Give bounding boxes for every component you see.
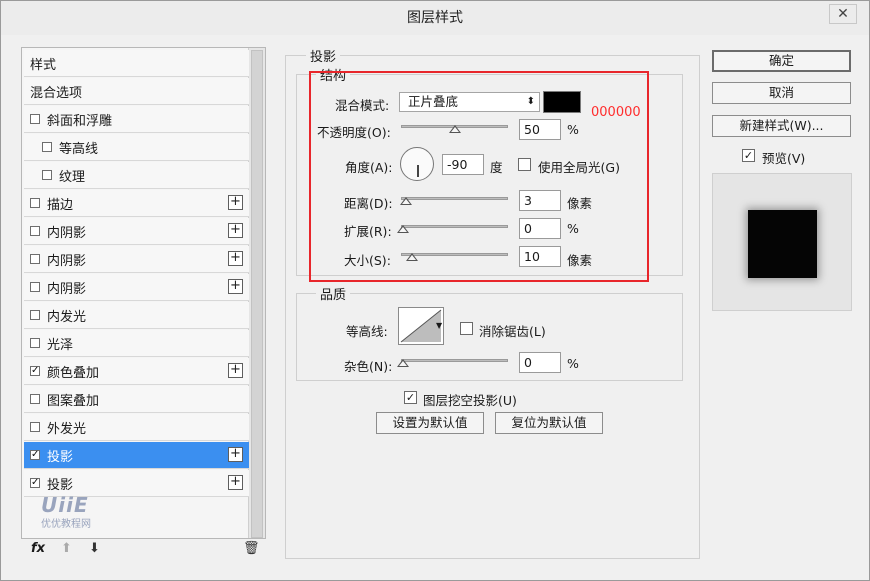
effect-label: 内阴影 xyxy=(47,281,87,297)
cancel-button[interactable]: 取消 xyxy=(712,82,851,104)
effects-list-item[interactable]: ✓ 颜色叠加 + xyxy=(24,358,249,385)
effects-list-item[interactable]: 内阴影 + xyxy=(24,246,249,273)
effect-label: 图案叠加 xyxy=(47,393,100,409)
knockout-checkbox[interactable]: ✓ xyxy=(404,391,417,404)
add-effect-plus-icon[interactable]: + xyxy=(228,279,243,294)
knockout-label: 图层挖空投影(U) xyxy=(423,393,517,408)
effects-list-item[interactable]: 斜面和浮雕 xyxy=(24,106,249,133)
add-effect-plus-icon[interactable]: + xyxy=(228,251,243,266)
effect-checkbox[interactable] xyxy=(30,422,40,432)
effect-checkbox[interactable] xyxy=(30,338,40,348)
preview-thumbnail xyxy=(748,210,817,278)
effects-list-footer: fx ⬆ ⬇ 🗑 xyxy=(23,539,266,561)
effect-label: 内阴影 xyxy=(47,225,87,241)
move-up-icon[interactable]: ⬆ xyxy=(61,541,72,556)
effects-list-item[interactable]: 混合选项 xyxy=(24,78,249,105)
noise-input[interactable]: 0 xyxy=(519,352,561,373)
effect-checkbox[interactable] xyxy=(30,282,40,292)
watermark-subtitle: 优优教程网 xyxy=(41,519,91,530)
add-effect-plus-icon[interactable]: + xyxy=(228,475,243,490)
effect-label: 混合选项 xyxy=(30,85,83,101)
dialog-title: 图层样式 xyxy=(407,10,463,26)
effect-label: 内发光 xyxy=(47,309,87,325)
effect-label: 样式 xyxy=(30,57,57,73)
effect-label: 外发光 xyxy=(47,421,87,437)
watermark-logo-text: UiiE xyxy=(41,493,89,517)
effect-label: 投影 xyxy=(47,449,74,465)
effects-list-item[interactable]: 图案叠加 xyxy=(24,386,249,413)
effects-list-item[interactable]: 外发光 xyxy=(24,414,249,441)
effects-list-item[interactable]: ✓ 投影 + xyxy=(24,442,249,469)
effect-label: 描边 xyxy=(47,197,74,213)
effects-list-item[interactable]: 内阴影 + xyxy=(24,274,249,301)
effects-list-item[interactable]: 内阴影 + xyxy=(24,218,249,245)
effects-list-item[interactable]: 光泽 xyxy=(24,330,249,357)
scrollbar-thumb[interactable] xyxy=(251,50,263,538)
set-default-button[interactable]: 设置为默认值 xyxy=(376,412,484,434)
effect-checkbox[interactable]: ✓ xyxy=(30,478,40,488)
reset-default-button[interactable]: 复位为默认值 xyxy=(495,412,603,434)
preview-label: 预览(V) xyxy=(762,151,806,166)
effect-label: 颜色叠加 xyxy=(47,365,100,381)
noise-label: 杂色(N): xyxy=(344,359,393,374)
add-effect-plus-icon[interactable]: + xyxy=(228,447,243,462)
antialias-checkbox[interactable] xyxy=(460,322,473,335)
add-effect-plus-icon[interactable]: + xyxy=(228,195,243,210)
effects-list-item[interactable]: 等高线 xyxy=(24,134,249,161)
antialias-label: 消除锯齿(L) xyxy=(479,324,546,339)
effect-label: 斜面和浮雕 xyxy=(47,113,113,129)
layer-style-dialog: 图层样式 ✕ 样式混合选项斜面和浮雕等高线纹理描边 + 内阴影 + 内阴影 + 内阴影 + 内发… xyxy=(0,0,870,581)
effect-label: 内阴影 xyxy=(47,253,87,269)
effect-label: 等高线 xyxy=(59,141,99,157)
add-effect-plus-icon[interactable]: + xyxy=(228,363,243,378)
noise-unit: % xyxy=(567,356,579,371)
preview-checkbox[interactable]: ✓ xyxy=(742,149,755,162)
effects-list: 样式混合选项斜面和浮雕等高线纹理描边 + 内阴影 + 内阴影 + 内阴影 + 内发光光泽 ✓ 颜色叠… xyxy=(21,47,266,539)
fx-icon[interactable]: fx xyxy=(31,541,45,556)
style-preview xyxy=(712,173,852,311)
watermark-logo: UiiE 优优教程网 xyxy=(41,493,121,533)
trash-icon[interactable]: 🗑 xyxy=(243,541,260,556)
effects-list-scrollbar[interactable] xyxy=(248,48,265,538)
effect-checkbox[interactable] xyxy=(30,394,40,404)
effects-list-item[interactable]: 纹理 xyxy=(24,162,249,189)
shadow-group-title: 投影 xyxy=(306,46,341,65)
effect-label: 纹理 xyxy=(59,169,86,185)
close-icon: ✕ xyxy=(837,6,849,22)
effects-list-item[interactable]: 内发光 xyxy=(24,302,249,329)
contour-label: 等高线: xyxy=(346,324,388,339)
add-effect-plus-icon[interactable]: + xyxy=(228,223,243,238)
effect-checkbox[interactable] xyxy=(30,198,40,208)
highlight-box xyxy=(309,71,649,282)
effect-checkbox[interactable] xyxy=(30,254,40,264)
effects-list-item[interactable]: 样式 xyxy=(24,50,249,77)
effect-label: 光泽 xyxy=(47,337,74,353)
effect-checkbox[interactable]: ✓ xyxy=(30,450,40,460)
move-down-icon[interactable]: ⬇ xyxy=(89,541,100,556)
ok-button[interactable]: 确定 xyxy=(712,50,851,72)
contour-dropdown-icon[interactable]: ▼ xyxy=(436,307,445,345)
effect-checkbox[interactable]: ✓ xyxy=(30,366,40,376)
new-style-button[interactable]: 新建样式(W)... xyxy=(712,115,851,137)
title-bar: 图层样式 xyxy=(1,1,869,35)
effect-checkbox[interactable] xyxy=(42,142,52,152)
close-button[interactable]: ✕ xyxy=(829,4,857,24)
effect-checkbox[interactable] xyxy=(30,310,40,320)
effect-label: 投影 xyxy=(47,477,74,493)
noise-slider-thumb[interactable] xyxy=(397,359,409,367)
effect-checkbox[interactable] xyxy=(30,114,40,124)
effect-checkbox[interactable] xyxy=(30,226,40,236)
quality-group-title: 品质 xyxy=(316,284,351,303)
effect-checkbox[interactable] xyxy=(42,170,52,180)
noise-slider[interactable] xyxy=(401,359,508,362)
effects-list-item[interactable]: 描边 + xyxy=(24,190,249,217)
